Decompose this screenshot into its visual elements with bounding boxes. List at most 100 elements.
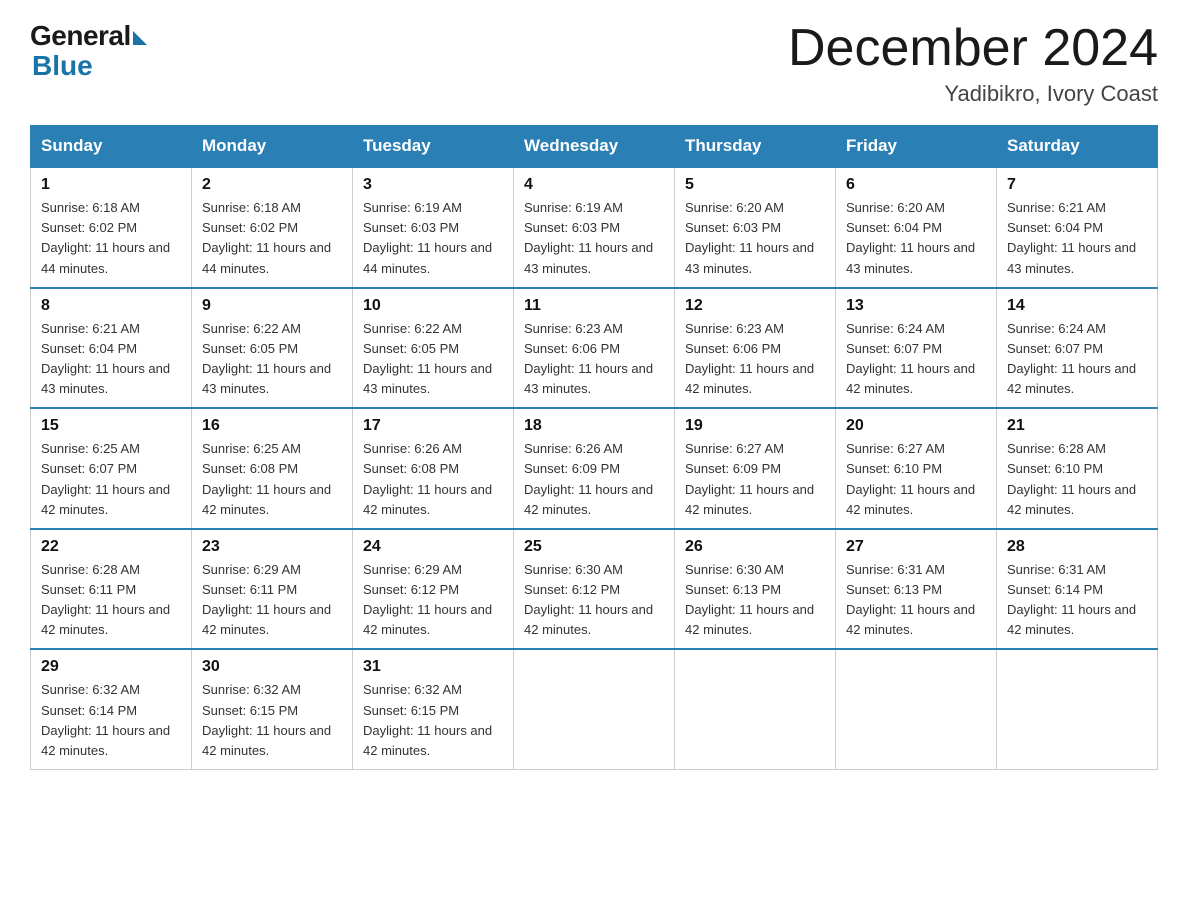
day-info: Sunrise: 6:31 AMSunset: 6:14 PMDaylight:… bbox=[1007, 560, 1147, 641]
day-info: Sunrise: 6:26 AMSunset: 6:09 PMDaylight:… bbox=[524, 439, 664, 520]
day-number: 22 bbox=[41, 538, 181, 556]
logo-arrow-icon bbox=[133, 31, 147, 45]
day-info: Sunrise: 6:31 AMSunset: 6:13 PMDaylight:… bbox=[846, 560, 986, 641]
calendar-cell: 11 Sunrise: 6:23 AMSunset: 6:06 PMDayligh… bbox=[514, 288, 675, 409]
day-number: 8 bbox=[41, 297, 181, 315]
calendar-cell: 27Sunrise: 6:31 AMSunset: 6:13 PMDayligh… bbox=[836, 529, 997, 650]
calendar-cell bbox=[997, 649, 1158, 769]
day-info: Sunrise: 6:28 AMSunset: 6:10 PMDaylight:… bbox=[1007, 439, 1147, 520]
day-number: 11 bbox=[524, 297, 664, 315]
location-text: Yadibikro, Ivory Coast bbox=[788, 81, 1158, 107]
day-number: 25 bbox=[524, 538, 664, 556]
day-info: Sunrise: 6:20 AMSunset: 6:04 PMDaylight:… bbox=[846, 198, 986, 279]
day-info: Sunrise: 6:23 AMSunset: 6:06 PMDaylight:… bbox=[524, 319, 664, 400]
calendar-cell: 30 Sunrise: 6:32 AMSunset: 6:15 PMDayligh… bbox=[192, 649, 353, 769]
logo-blue-text: Blue bbox=[30, 50, 93, 82]
calendar-cell: 8 Sunrise: 6:21 AMSunset: 6:04 PMDaylight… bbox=[31, 288, 192, 409]
day-info: Sunrise: 6:27 AMSunset: 6:10 PMDaylight:… bbox=[846, 439, 986, 520]
calendar-cell: 24 Sunrise: 6:29 AMSunset: 6:12 PMDayligh… bbox=[353, 529, 514, 650]
day-number: 13 bbox=[846, 297, 986, 315]
calendar-cell: 25Sunrise: 6:30 AMSunset: 6:12 PMDayligh… bbox=[514, 529, 675, 650]
day-info: Sunrise: 6:32 AMSunset: 6:15 PMDaylight:… bbox=[202, 680, 342, 761]
calendar-header-thursday: Thursday bbox=[675, 126, 836, 168]
day-info: Sunrise: 6:25 AMSunset: 6:07 PMDaylight:… bbox=[41, 439, 181, 520]
logo: General Blue bbox=[30, 20, 147, 82]
day-info: Sunrise: 6:22 AMSunset: 6:05 PMDaylight:… bbox=[363, 319, 503, 400]
day-info: Sunrise: 6:19 AMSunset: 6:03 PMDaylight:… bbox=[524, 198, 664, 279]
calendar-cell: 7 Sunrise: 6:21 AMSunset: 6:04 PMDaylight… bbox=[997, 167, 1158, 288]
day-number: 30 bbox=[202, 658, 342, 676]
calendar-week-row-1: 1 Sunrise: 6:18 AMSunset: 6:02 PMDaylight… bbox=[31, 167, 1158, 288]
day-number: 12 bbox=[685, 297, 825, 315]
day-info: Sunrise: 6:29 AMSunset: 6:12 PMDaylight:… bbox=[363, 560, 503, 641]
day-info: Sunrise: 6:27 AMSunset: 6:09 PMDaylight:… bbox=[685, 439, 825, 520]
day-number: 3 bbox=[363, 176, 503, 194]
day-number: 16 bbox=[202, 417, 342, 435]
day-number: 1 bbox=[41, 176, 181, 194]
day-number: 20 bbox=[846, 417, 986, 435]
day-number: 19 bbox=[685, 417, 825, 435]
day-info: Sunrise: 6:19 AMSunset: 6:03 PMDaylight:… bbox=[363, 198, 503, 279]
day-info: Sunrise: 6:25 AMSunset: 6:08 PMDaylight:… bbox=[202, 439, 342, 520]
calendar-cell: 1Sunrise: 6:18 AMSunset: 6:02 PMDaylight… bbox=[31, 167, 192, 288]
calendar-cell bbox=[675, 649, 836, 769]
day-number: 29 bbox=[41, 658, 181, 676]
calendar-cell bbox=[836, 649, 997, 769]
day-info: Sunrise: 6:24 AMSunset: 6:07 PMDaylight:… bbox=[1007, 319, 1147, 400]
day-info: Sunrise: 6:24 AMSunset: 6:07 PMDaylight:… bbox=[846, 319, 986, 400]
day-number: 28 bbox=[1007, 538, 1147, 556]
calendar-cell: 21 Sunrise: 6:28 AMSunset: 6:10 PMDayligh… bbox=[997, 408, 1158, 529]
calendar-header-wednesday: Wednesday bbox=[514, 126, 675, 168]
calendar-cell: 22Sunrise: 6:28 AMSunset: 6:11 PMDayligh… bbox=[31, 529, 192, 650]
title-area: December 2024 Yadibikro, Ivory Coast bbox=[788, 20, 1158, 107]
calendar-cell: 3 Sunrise: 6:19 AMSunset: 6:03 PMDaylight… bbox=[353, 167, 514, 288]
calendar-cell: 28 Sunrise: 6:31 AMSunset: 6:14 PMDayligh… bbox=[997, 529, 1158, 650]
day-info: Sunrise: 6:21 AMSunset: 6:04 PMDaylight:… bbox=[41, 319, 181, 400]
day-info: Sunrise: 6:26 AMSunset: 6:08 PMDaylight:… bbox=[363, 439, 503, 520]
calendar-cell: 9Sunrise: 6:22 AMSunset: 6:05 PMDaylight… bbox=[192, 288, 353, 409]
calendar-cell: 29 Sunrise: 6:32 AMSunset: 6:14 PMDayligh… bbox=[31, 649, 192, 769]
calendar-cell: 12 Sunrise: 6:23 AMSunset: 6:06 PMDayligh… bbox=[675, 288, 836, 409]
logo-general-text: General bbox=[30, 20, 131, 52]
calendar-header-row: SundayMondayTuesdayWednesdayThursdayFrid… bbox=[31, 126, 1158, 168]
calendar-cell: 2 Sunrise: 6:18 AMSunset: 6:02 PMDaylight… bbox=[192, 167, 353, 288]
calendar-cell: 15 Sunrise: 6:25 AMSunset: 6:07 PMDayligh… bbox=[31, 408, 192, 529]
calendar-week-row-3: 15 Sunrise: 6:25 AMSunset: 6:07 PMDayligh… bbox=[31, 408, 1158, 529]
month-title: December 2024 bbox=[788, 20, 1158, 77]
day-info: Sunrise: 6:21 AMSunset: 6:04 PMDaylight:… bbox=[1007, 198, 1147, 279]
page-header: General Blue December 2024 Yadibikro, Iv… bbox=[30, 20, 1158, 107]
day-number: 6 bbox=[846, 176, 986, 194]
day-info: Sunrise: 6:32 AMSunset: 6:14 PMDaylight:… bbox=[41, 680, 181, 761]
day-number: 15 bbox=[41, 417, 181, 435]
day-number: 17 bbox=[363, 417, 503, 435]
calendar-cell: 13 Sunrise: 6:24 AMSunset: 6:07 PMDayligh… bbox=[836, 288, 997, 409]
calendar-cell: 4Sunrise: 6:19 AMSunset: 6:03 PMDaylight… bbox=[514, 167, 675, 288]
calendar-cell: 16 Sunrise: 6:25 AMSunset: 6:08 PMDayligh… bbox=[192, 408, 353, 529]
calendar-header-monday: Monday bbox=[192, 126, 353, 168]
calendar-cell: 26Sunrise: 6:30 AMSunset: 6:13 PMDayligh… bbox=[675, 529, 836, 650]
calendar-cell: 17 Sunrise: 6:26 AMSunset: 6:08 PMDayligh… bbox=[353, 408, 514, 529]
calendar-cell: 10 Sunrise: 6:22 AMSunset: 6:05 PMDayligh… bbox=[353, 288, 514, 409]
day-info: Sunrise: 6:22 AMSunset: 6:05 PMDaylight:… bbox=[202, 319, 342, 400]
calendar-cell bbox=[514, 649, 675, 769]
day-number: 10 bbox=[363, 297, 503, 315]
day-number: 5 bbox=[685, 176, 825, 194]
calendar-cell: 23Sunrise: 6:29 AMSunset: 6:11 PMDayligh… bbox=[192, 529, 353, 650]
day-info: Sunrise: 6:20 AMSunset: 6:03 PMDaylight:… bbox=[685, 198, 825, 279]
day-info: Sunrise: 6:32 AMSunset: 6:15 PMDaylight:… bbox=[363, 680, 503, 761]
day-info: Sunrise: 6:18 AMSunset: 6:02 PMDaylight:… bbox=[202, 198, 342, 279]
day-number: 24 bbox=[363, 538, 503, 556]
calendar-cell: 14Sunrise: 6:24 AMSunset: 6:07 PMDayligh… bbox=[997, 288, 1158, 409]
day-number: 2 bbox=[202, 176, 342, 194]
calendar-cell: 20 Sunrise: 6:27 AMSunset: 6:10 PMDayligh… bbox=[836, 408, 997, 529]
calendar-week-row-4: 22Sunrise: 6:28 AMSunset: 6:11 PMDayligh… bbox=[31, 529, 1158, 650]
day-number: 7 bbox=[1007, 176, 1147, 194]
day-number: 18 bbox=[524, 417, 664, 435]
calendar-header-sunday: Sunday bbox=[31, 126, 192, 168]
day-number: 21 bbox=[1007, 417, 1147, 435]
calendar-week-row-5: 29 Sunrise: 6:32 AMSunset: 6:14 PMDayligh… bbox=[31, 649, 1158, 769]
calendar-cell: 18 Sunrise: 6:26 AMSunset: 6:09 PMDayligh… bbox=[514, 408, 675, 529]
calendar-cell: 19 Sunrise: 6:27 AMSunset: 6:09 PMDayligh… bbox=[675, 408, 836, 529]
day-info: Sunrise: 6:23 AMSunset: 6:06 PMDaylight:… bbox=[685, 319, 825, 400]
calendar-header-tuesday: Tuesday bbox=[353, 126, 514, 168]
